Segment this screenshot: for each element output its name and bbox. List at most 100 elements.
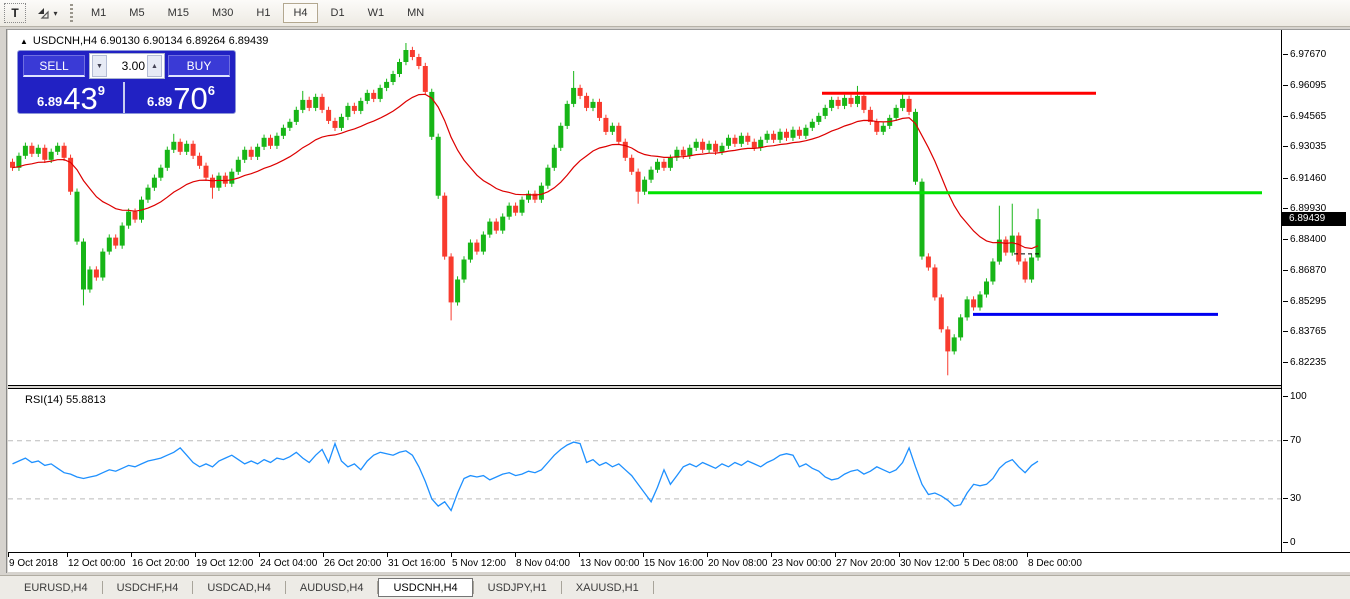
candle (36, 145, 41, 157)
chart-title-text: USDCNH,H4 6.90130 6.90134 6.89264 6.8943… (33, 35, 268, 47)
time-axis-tick (67, 553, 68, 557)
timeframe-button-h4[interactable]: H4 (283, 3, 317, 23)
mt4-window: T ▾ M1M5M15M30H1H4D1W1MN ▲ USDCNH,H4 6.9… (0, 0, 1350, 599)
candle (694, 139, 699, 151)
candle (16, 153, 21, 171)
volume-increase-button[interactable]: ▲ (147, 55, 162, 77)
rsi-axis-label: 0 (1290, 537, 1296, 548)
candle (649, 167, 654, 183)
candle (391, 71, 396, 85)
time-axis-tick (131, 553, 132, 557)
candle (365, 90, 370, 104)
volume-input[interactable] (109, 59, 145, 73)
buy-price[interactable]: 6.89 70 6 (128, 82, 234, 113)
price-chart[interactable]: ▲ USDCNH,H4 6.90130 6.90134 6.89264 6.89… (8, 30, 1281, 385)
candle (507, 203, 512, 220)
rsi-axis-label: 70 (1290, 435, 1301, 446)
candle (345, 103, 350, 120)
tab-separator (653, 581, 654, 594)
candle (533, 191, 538, 203)
candle (455, 276, 460, 305)
time-axis-tick (771, 553, 772, 557)
timeframe-button-w1[interactable]: W1 (358, 3, 395, 23)
candle (42, 145, 47, 163)
price-axis-label: 6.94565 (1290, 111, 1326, 122)
timeframe-button-d1[interactable]: D1 (321, 3, 355, 23)
chart-tab-audusd[interactable]: AUDUSD,H4 (286, 578, 378, 597)
pane-separator[interactable] (8, 385, 1350, 386)
candle (603, 115, 608, 135)
candle (778, 129, 783, 143)
timeframe-button-m5[interactable]: M5 (119, 3, 154, 23)
candle (571, 71, 576, 107)
candle (468, 239, 473, 262)
candle (1010, 204, 1015, 256)
candle (294, 107, 299, 125)
candle (913, 109, 918, 185)
time-axis-tick (515, 553, 516, 557)
candle (242, 147, 247, 163)
chart-frame-left (6, 29, 7, 573)
candle (107, 234, 112, 254)
sell-price-big: 43 (63, 84, 97, 113)
timeframe-button-m30[interactable]: M30 (202, 3, 243, 23)
chart-tab-usdchf[interactable]: USDCHF,H4 (103, 578, 193, 597)
timeframe-button-h1[interactable]: H1 (246, 3, 280, 23)
candle (520, 197, 525, 216)
chart-tab-usdcnh[interactable]: USDCNH,H4 (378, 578, 472, 597)
chevron-down-icon: ▾ (53, 9, 57, 18)
candle (771, 131, 776, 143)
candle (81, 238, 86, 305)
text-tool-button[interactable]: T (4, 3, 26, 23)
sell-price[interactable]: 6.89 43 9 (19, 82, 125, 113)
pane-separator[interactable] (8, 388, 1350, 389)
chart-tab-usdjpy[interactable]: USDJPY,H1 (474, 578, 561, 597)
candle (732, 135, 737, 147)
candle (1029, 254, 1034, 282)
candle (29, 143, 34, 157)
chart-tab-xauusd[interactable]: XAUUSD,H1 (562, 578, 653, 597)
candle (926, 253, 931, 270)
candle (191, 141, 196, 159)
candle (842, 95, 847, 109)
sell-price-sup: 9 (98, 83, 105, 98)
price-axis[interactable]: 6.89439 6.976706.960956.945656.930356.91… (1282, 30, 1350, 552)
time-axis-tick (899, 553, 900, 557)
sell-button[interactable]: SELL (23, 55, 85, 77)
time-axis-label: 5 Nov 12:00 (452, 558, 506, 569)
candle (300, 91, 305, 113)
candle (423, 63, 428, 95)
cursor-tool-button[interactable]: ▾ (34, 3, 60, 23)
candle (216, 173, 221, 191)
rsi-indicator-pane[interactable]: RSI(14) 55.8813 (8, 389, 1281, 552)
candle (558, 123, 563, 151)
candle (494, 218, 499, 233)
candle (939, 294, 944, 332)
candle (223, 173, 228, 187)
timeframe-button-mn[interactable]: MN (397, 3, 434, 23)
time-axis-label: 15 Nov 16:00 (644, 558, 704, 569)
candle (526, 191, 531, 203)
toolbar-grip[interactable] (70, 4, 73, 22)
candle (552, 145, 557, 171)
candle (410, 47, 415, 60)
candle (849, 95, 854, 107)
price-axis-label: 6.93035 (1290, 141, 1326, 152)
chart-tab-eurusd[interactable]: EURUSD,H4 (10, 578, 102, 597)
timeframe-group: M1M5M15M30H1H4D1W1MN (81, 3, 437, 23)
timeframe-button-m15[interactable]: M15 (158, 3, 199, 23)
time-axis[interactable]: 9 Oct 201812 Oct 00:0016 Oct 20:0019 Oct… (8, 553, 1350, 572)
candle (1016, 232, 1021, 264)
candle (920, 179, 925, 260)
candle (881, 123, 886, 135)
candle (436, 134, 441, 199)
buy-price-prefix: 6.89 (147, 94, 172, 109)
collapse-panel-icon[interactable]: ▲ (20, 37, 28, 46)
candle (87, 266, 92, 292)
chart-tab-usdcad[interactable]: USDCAD,H4 (193, 578, 285, 597)
volume-decrease-button[interactable]: ▼ (92, 55, 107, 77)
timeframe-button-m1[interactable]: M1 (81, 3, 116, 23)
buy-button[interactable]: BUY (168, 55, 230, 77)
candle (855, 86, 860, 107)
candle (616, 123, 621, 145)
